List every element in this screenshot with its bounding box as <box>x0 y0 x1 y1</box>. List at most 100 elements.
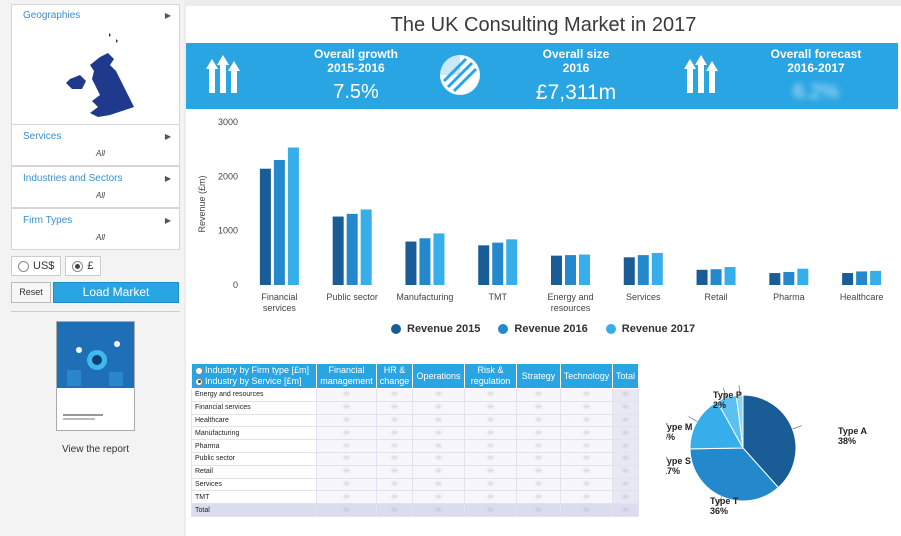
kpi-overall-forecast: Overall forecast 2016-2017 6.2% <box>746 47 886 104</box>
filter-value: All <box>96 233 105 242</box>
table-cell-obscured: •• <box>516 451 561 466</box>
report-cover-art <box>57 322 134 430</box>
column-header[interactable]: Total <box>612 363 639 389</box>
y-tick-label: 1000 <box>218 226 238 236</box>
column-header[interactable]: HR & change <box>376 363 413 389</box>
report-cover-thumbnail[interactable] <box>56 321 135 431</box>
table-cell-obscured: •• <box>612 464 639 479</box>
bar[interactable] <box>360 209 372 285</box>
column-header[interactable]: Technology <box>560 363 613 389</box>
y-axis-label: Revenue (£m) <box>197 175 207 232</box>
filter-firm-types[interactable]: Firm Types ▶ All <box>11 208 180 250</box>
load-market-button[interactable]: Load Market <box>53 282 179 303</box>
table-cell-obscured: •• <box>560 477 613 492</box>
bar[interactable] <box>797 268 809 285</box>
bar[interactable] <box>259 168 271 285</box>
bar[interactable] <box>433 233 445 285</box>
legend-item[interactable]: Revenue 2017 <box>605 323 695 335</box>
filter-geographies[interactable]: Geographies ▶ <box>11 4 180 125</box>
view-report-link[interactable]: View the report <box>11 444 180 455</box>
bar[interactable] <box>492 242 504 285</box>
legend-dot <box>605 324 616 334</box>
revenue-bar-chart: Revenue (£m) 0 1000 2000 3000 Financialservic… <box>197 117 883 313</box>
filter-label: Firm Types <box>23 214 73 226</box>
currency-gbp-option[interactable]: £ <box>65 256 101 276</box>
main-panel: The UK Consulting Market in 2017 Overall… <box>186 6 901 536</box>
bar[interactable] <box>637 255 649 285</box>
radio-firm-type[interactable] <box>195 366 203 375</box>
bar[interactable] <box>565 255 576 285</box>
reset-button[interactable]: Reset <box>11 282 51 303</box>
table-cell-obscured: •• <box>376 413 413 428</box>
bar[interactable] <box>287 147 299 285</box>
view-by-firm-type-option[interactable]: Industry by Firm type [£m] <box>195 365 314 376</box>
view-by-service-option[interactable]: Industry by Service [£m] <box>195 376 314 387</box>
table-cell-obscured: •• <box>612 439 639 453</box>
bar[interactable] <box>856 271 868 285</box>
uk-map-icon <box>66 33 134 117</box>
column-header[interactable]: Operations <box>412 363 465 389</box>
bar[interactable] <box>332 216 344 285</box>
table-cell-obscured: •• <box>464 439 517 453</box>
bar[interactable] <box>551 255 562 285</box>
bar[interactable] <box>478 245 490 285</box>
table-cell-obscured: •• <box>516 503 561 517</box>
table-cell-obscured: •• <box>560 439 613 453</box>
legend-item[interactable]: Revenue 2015 <box>391 323 480 335</box>
pie-percent: 36% <box>710 506 728 516</box>
filter-services[interactable]: Services ▶ All <box>11 124 180 166</box>
table-cell-obscured: •• <box>316 439 377 453</box>
radio-service[interactable] <box>195 377 203 386</box>
forecast-arrows-icon <box>684 55 718 93</box>
bar[interactable] <box>346 213 358 285</box>
table-row: Manufacturing •• •• •• •• •• •• •• <box>191 426 639 441</box>
bar[interactable] <box>783 271 795 285</box>
column-header[interactable]: Financial management <box>316 363 377 389</box>
table-cell-obscured: •• <box>412 490 465 505</box>
filter-label: Services <box>23 130 62 142</box>
filter-sidebar: Geographies ▶ Services ▶ All Industries … <box>0 0 184 536</box>
bar[interactable] <box>842 273 854 285</box>
table-cell-obscured: •• <box>612 388 639 402</box>
pie-label: Type A <box>838 426 868 436</box>
table-row: Healthcare •• •• •• •• •• •• •• <box>191 413 639 428</box>
bar[interactable] <box>273 160 285 285</box>
bar[interactable] <box>506 239 518 285</box>
bar[interactable] <box>405 241 417 285</box>
kpi-value: £7,311m <box>535 81 617 104</box>
kpi-overall-growth: Overall growth 2015-2016 7.5% <box>286 47 426 104</box>
bar[interactable] <box>623 257 635 285</box>
bar[interactable] <box>579 254 590 285</box>
pie-leader-line <box>792 425 802 430</box>
filter-industries[interactable]: Industries and Sectors ▶ All <box>11 166 180 208</box>
bar[interactable] <box>696 269 708 285</box>
table-cell-obscured: •• <box>612 451 639 466</box>
radio-gbp[interactable] <box>72 260 84 272</box>
bar[interactable] <box>651 252 663 285</box>
table-cell-obscured: •• <box>464 464 517 479</box>
table-cell-obscured: •• <box>516 413 561 428</box>
table-cell-obscured: •• <box>412 477 465 492</box>
kpi-value: 7.5% <box>333 81 379 103</box>
column-header[interactable]: Strategy <box>516 363 561 389</box>
bar[interactable] <box>710 269 722 285</box>
currency-usd-option[interactable]: US$ <box>11 256 62 276</box>
legend-label: Revenue 2016 <box>514 323 588 335</box>
bar[interactable] <box>870 270 882 285</box>
bar[interactable] <box>724 267 736 285</box>
table-row: TMT •• •• •• •• •• •• •• <box>191 490 639 505</box>
table-cell-obscured: •• <box>376 388 413 402</box>
row-label: Energy and resources <box>191 388 317 402</box>
page-title: The UK Consulting Market in 2017 <box>390 14 697 36</box>
radio-usd[interactable] <box>18 260 29 272</box>
bar[interactable] <box>769 273 781 285</box>
table-cell-obscured: •• <box>376 477 413 492</box>
bar[interactable] <box>419 238 431 285</box>
option-label: Industry by Firm type [£m] <box>205 365 310 375</box>
pie-percent: 6% <box>666 432 675 442</box>
chevron-right-icon: ▶ <box>164 10 171 20</box>
kpi-value: 6.2% <box>793 81 839 103</box>
legend-item[interactable]: Revenue 2016 <box>498 323 588 335</box>
column-header[interactable]: Risk & regulation <box>464 363 517 389</box>
table-cell-obscured: •• <box>376 503 413 517</box>
